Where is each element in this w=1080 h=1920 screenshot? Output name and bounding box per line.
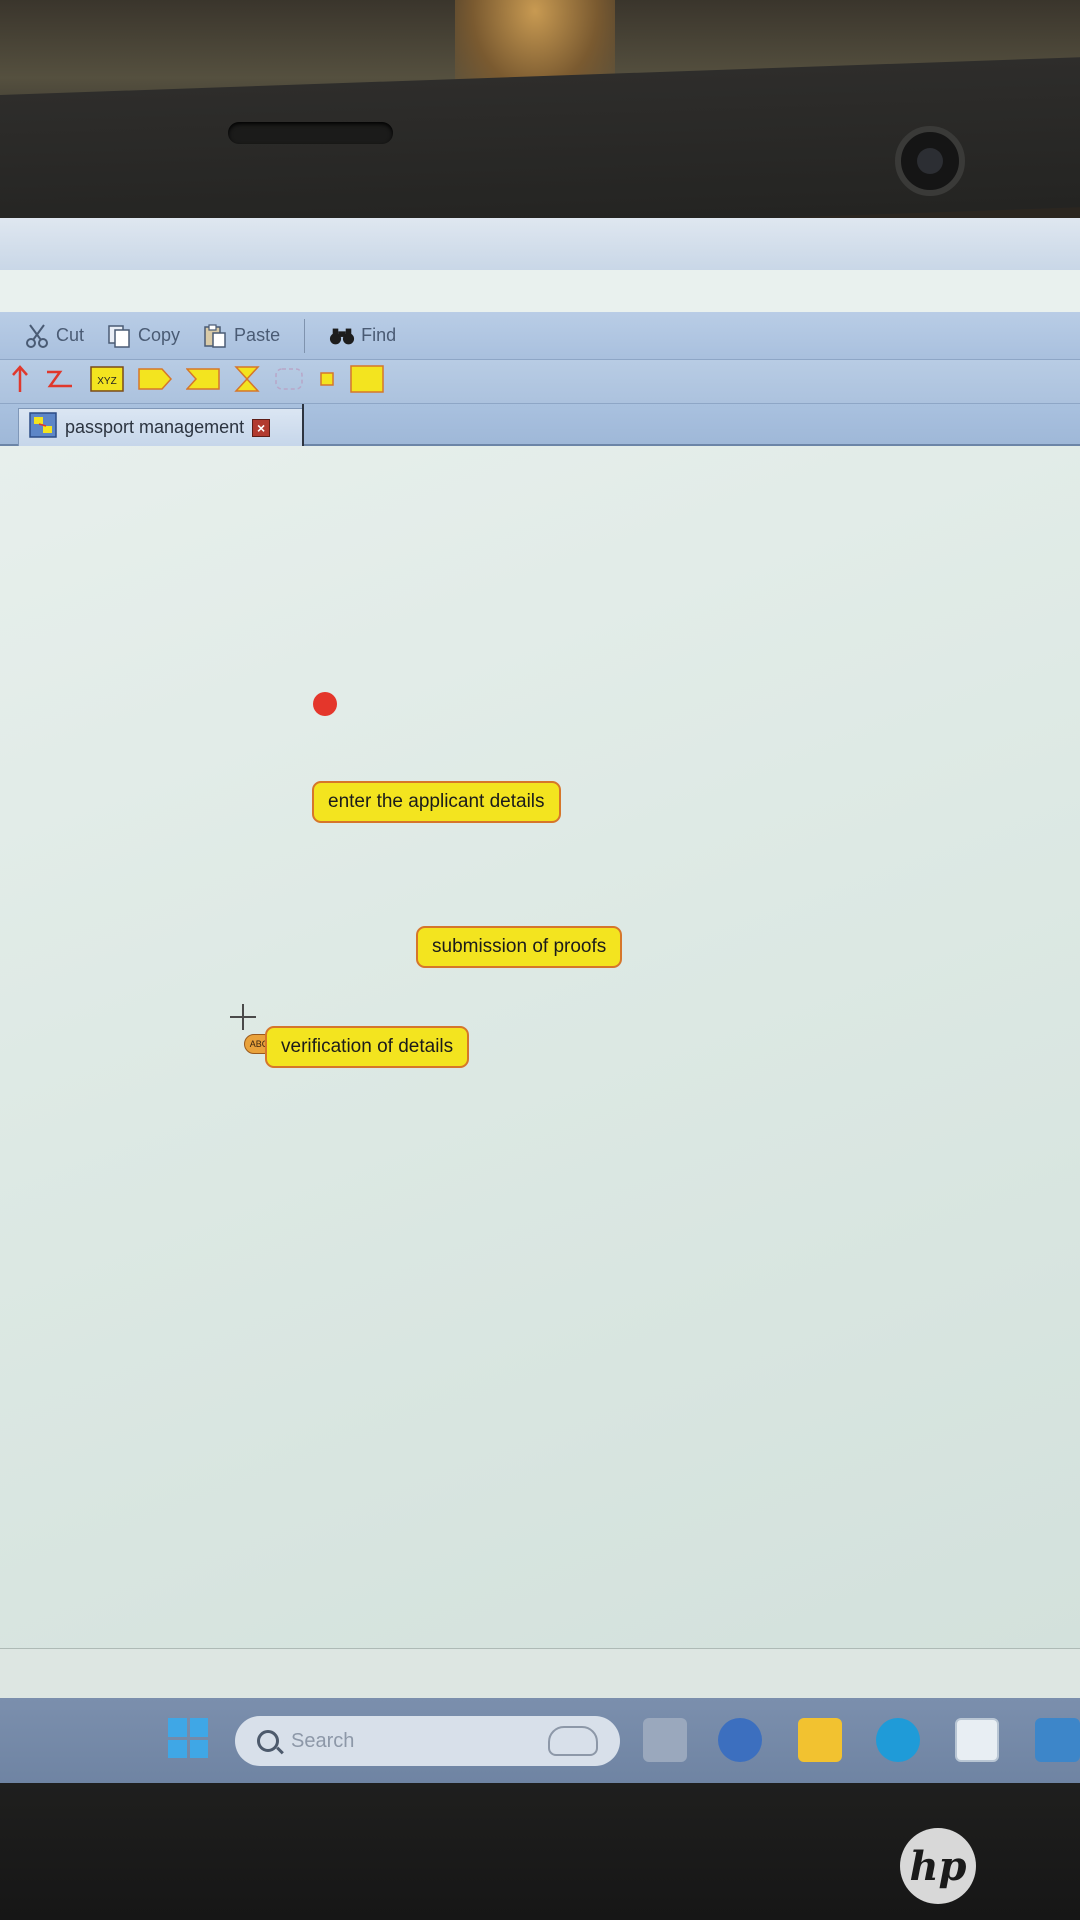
store-icon[interactable] (955, 1718, 999, 1762)
tab-label: passport management (65, 417, 245, 437)
arrow-up-icon[interactable] (10, 364, 30, 399)
binoculars-icon (329, 323, 355, 349)
edit-toolbar: Cut Copy Paste Find (0, 312, 1080, 360)
laptop-screen: Cut Copy Paste Find XYZ passport managem… (0, 218, 1080, 1783)
search-placeholder: Search (291, 1729, 355, 1752)
window-titlebar (0, 218, 1080, 270)
windows-start-icon[interactable] (168, 1718, 208, 1758)
paste-label: Paste (234, 325, 281, 345)
document-tabstrip: passport management × (0, 404, 1080, 446)
accept-event-icon[interactable] (185, 367, 220, 396)
copy-button[interactable]: Copy (100, 321, 186, 351)
pinned-app-icon[interactable] (1035, 1718, 1080, 1762)
search-highlight-icon (548, 1726, 598, 1756)
scissors-icon (24, 323, 50, 349)
edge-browser-icon[interactable] (876, 1718, 920, 1762)
taskbar: Search (0, 1698, 1080, 1783)
svg-text:XYZ: XYZ (97, 376, 116, 387)
copy-icon (106, 323, 132, 349)
find-button[interactable]: Find (323, 321, 402, 351)
initial-node[interactable] (313, 692, 337, 716)
close-icon[interactable]: × (252, 418, 271, 437)
action-node[interactable]: submission of proofs (416, 926, 623, 968)
webcam-icon (895, 126, 965, 196)
action-node[interactable]: verification of details (265, 1026, 470, 1068)
region-icon[interactable] (274, 367, 304, 396)
small-node-icon[interactable] (318, 370, 336, 393)
diagram-canvas[interactable]: enter the applicant details submission o… (0, 446, 1080, 1648)
tab-divider (302, 404, 304, 446)
hourglass-icon[interactable] (234, 365, 260, 398)
cut-label: Cut (56, 325, 85, 345)
paste-button[interactable]: Paste (196, 321, 286, 351)
file-explorer-icon[interactable] (798, 1718, 842, 1762)
find-label: Find (361, 325, 397, 345)
bezel-slot (228, 122, 393, 144)
object-node-icon[interactable]: XYZ (90, 366, 124, 397)
transition-icon[interactable] (44, 367, 76, 396)
cut-button[interactable]: Cut (18, 321, 90, 351)
taskbar-search[interactable]: Search (235, 1716, 620, 1766)
search-icon (257, 1730, 279, 1752)
paste-icon (202, 323, 228, 349)
toolbar-separator (304, 318, 306, 353)
tab-passport-management[interactable]: passport management × (18, 408, 303, 446)
send-signal-icon[interactable] (138, 367, 173, 396)
action-node[interactable]: enter the applicant details (312, 781, 561, 823)
crosshair-cursor-icon (230, 1004, 256, 1030)
diagram-icon (29, 412, 57, 443)
hp-logo: hp (900, 1828, 976, 1904)
status-bar (0, 1648, 1080, 1698)
copy-label: Copy (138, 325, 181, 345)
action-icon[interactable] (350, 365, 384, 398)
meet-icon[interactable] (718, 1718, 762, 1762)
task-view-icon[interactable] (643, 1718, 687, 1762)
diagram-palette: XYZ (0, 360, 1080, 404)
